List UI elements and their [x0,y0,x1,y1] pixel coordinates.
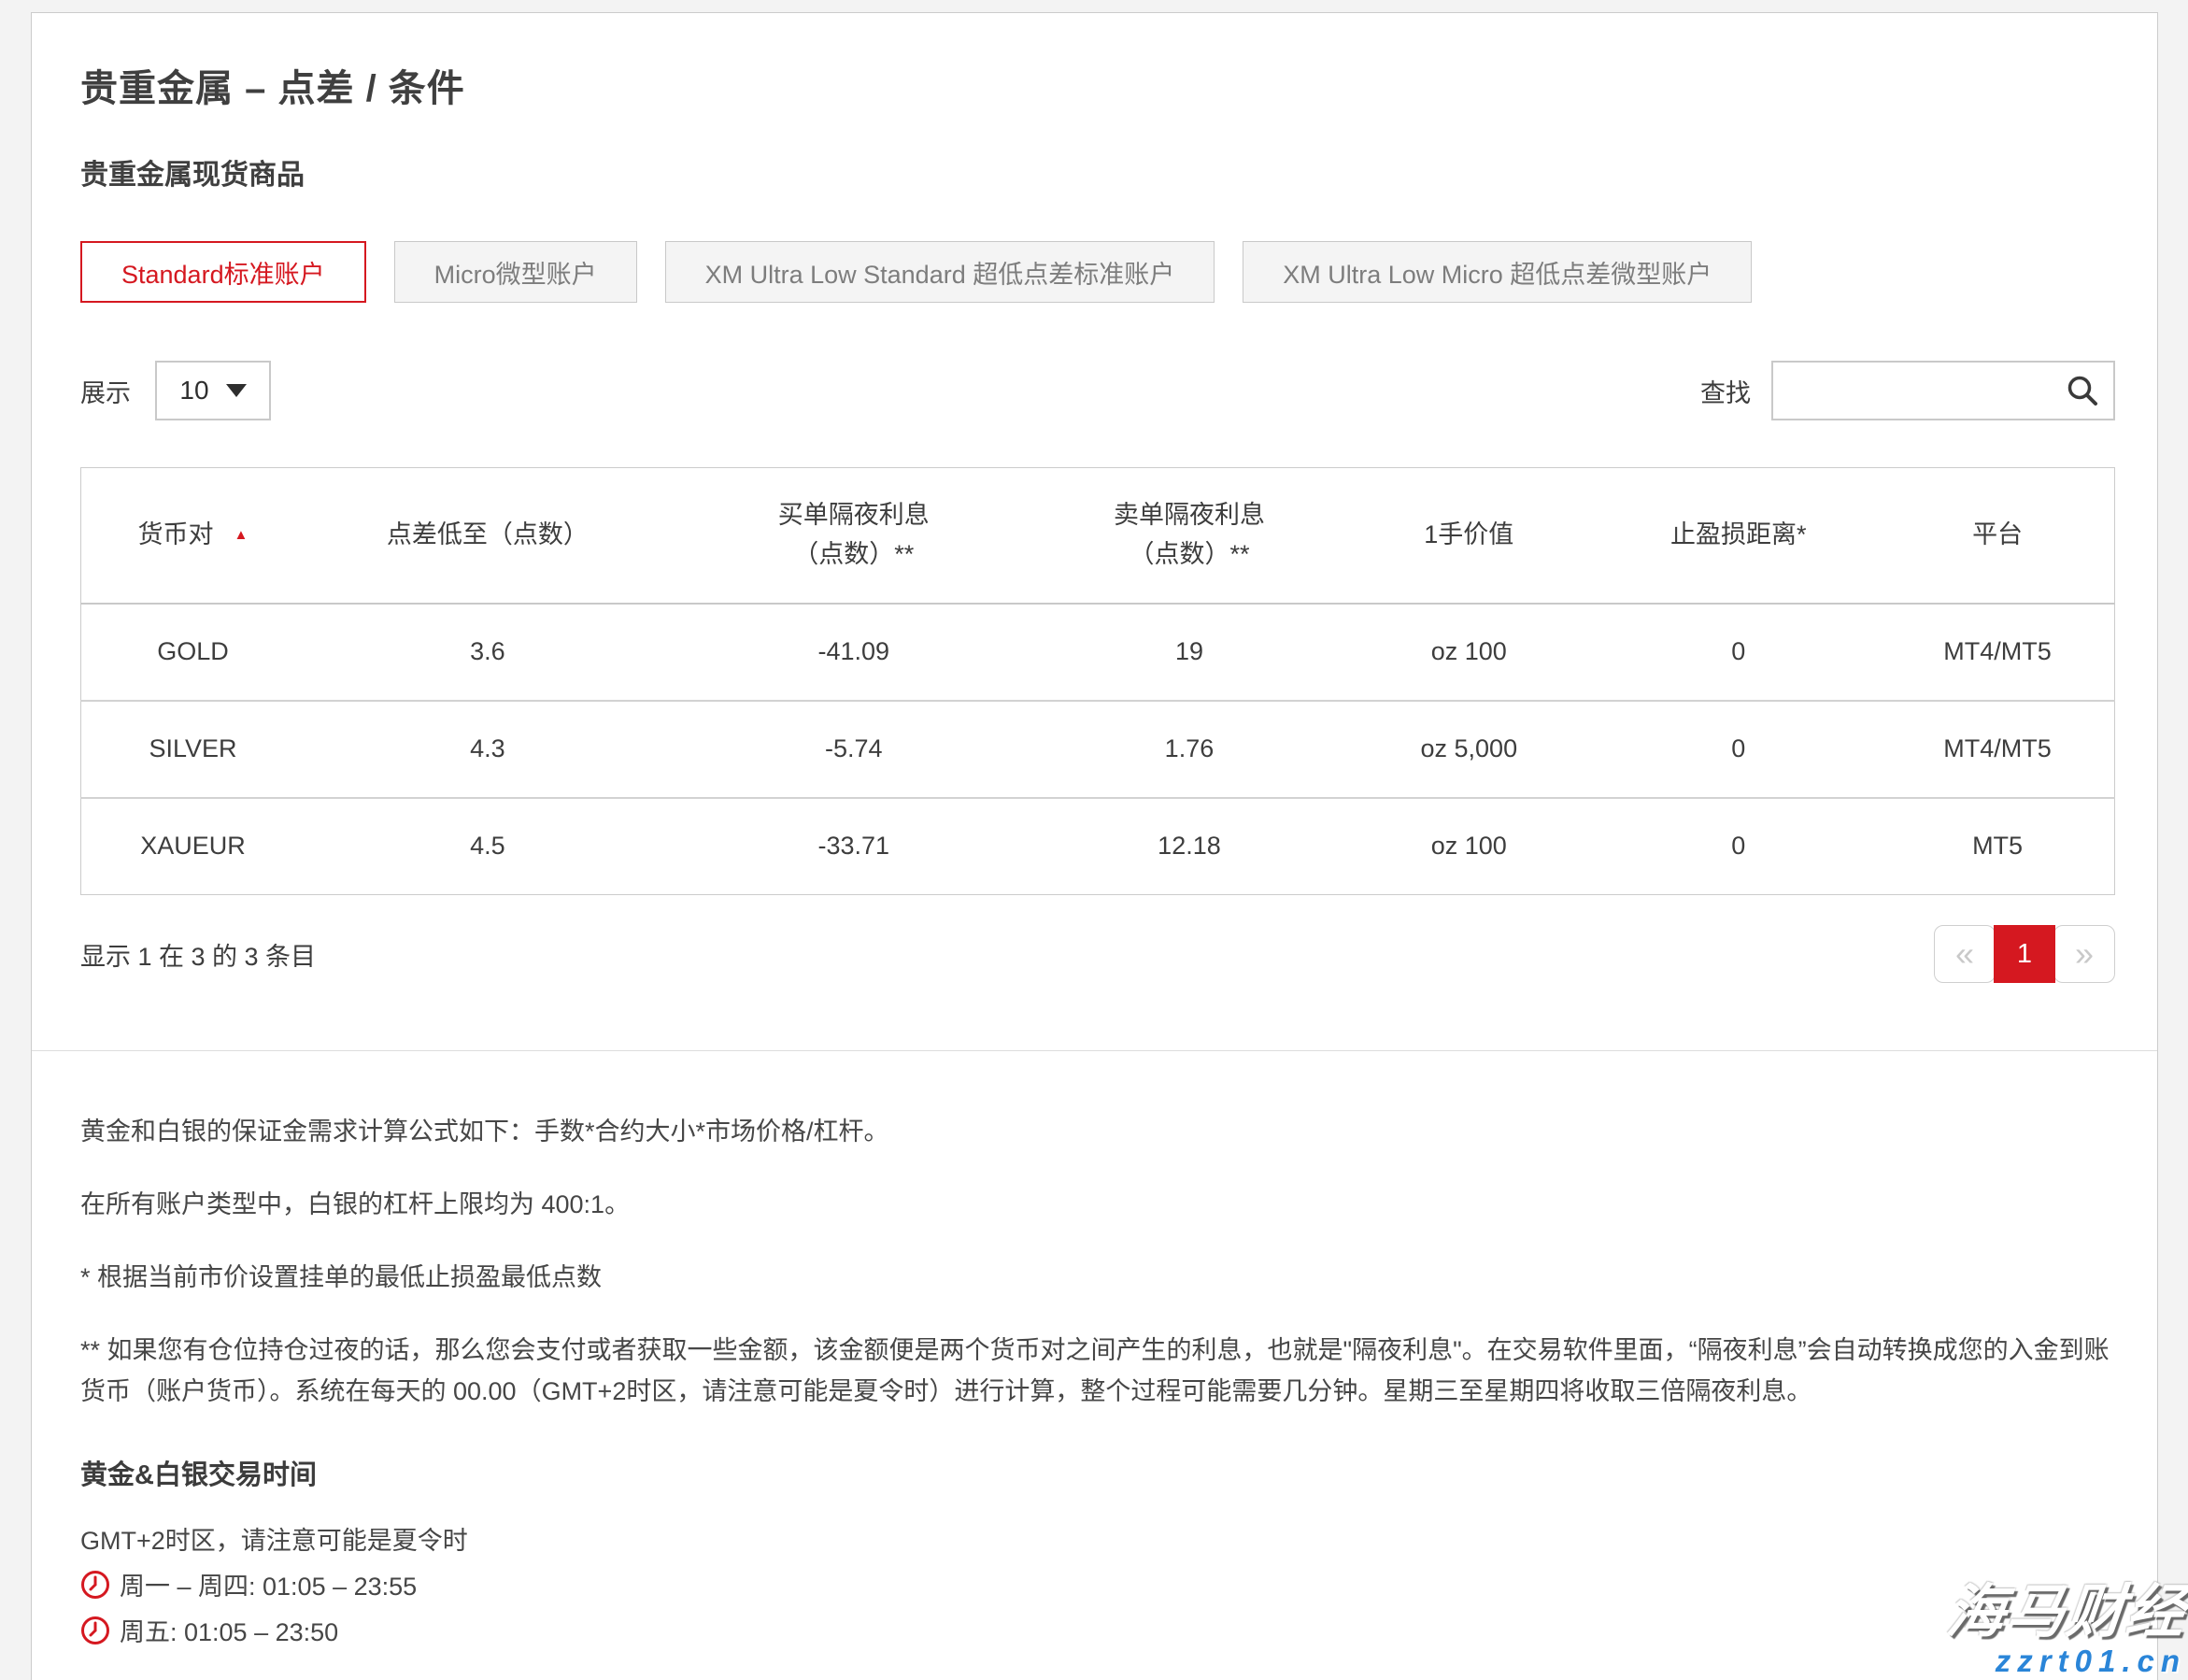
cell-swap-long: -41.09 [671,604,1037,701]
column-header-symbol[interactable]: 货币对 ▲ [81,468,305,604]
leverage-note: 在所有账户类型中，白银的杠杆上限均为 400:1。 [80,1184,2115,1225]
caret-down-icon [226,384,247,397]
table-controls: 展示 10 查找 [80,361,2115,420]
cell-stop-level: 0 [1596,798,1881,895]
cell-spread: 4.5 [305,798,671,895]
cell-lot-value: oz 100 [1342,604,1596,701]
search-icon [2065,374,2100,409]
spreads-table: 货币对 ▲ 点差低至（点数） 买单隔夜利息 （点数）** 卖单隔夜利息 （点数）*… [80,467,2115,895]
cell-stop-level: 0 [1596,701,1881,798]
account-type-tabs: Standard标准账户 Micro微型账户 XM Ultra Low Stan… [80,241,2115,303]
cell-symbol: GOLD [81,604,305,701]
column-header-platform[interactable]: 平台 [1881,468,2114,604]
tab-standard-account[interactable]: Standard标准账户 [80,241,366,303]
cell-lot-value: oz 5,000 [1342,701,1596,798]
column-header-symbol-label: 货币对 [138,520,214,548]
tab-micro-account[interactable]: Micro微型账户 [394,241,637,303]
search-group: 查找 [1700,361,2115,420]
column-header-spread[interactable]: 点差低至（点数） [305,468,671,604]
notes-section: 黄金和白银的保证金需求计算公式如下：手数*合约大小*市场价格/杠杆。 在所有账户… [80,1111,2115,1412]
tab-ultra-low-standard-account[interactable]: XM Ultra Low Standard 超低点差标准账户 [665,241,1215,303]
page-subtitle: 贵重金属现货商品 [80,151,2115,192]
clock-icon [80,1570,110,1600]
page-size-group: 展示 10 [80,361,271,420]
pagination-page-1-button[interactable]: 1 [1994,925,2055,983]
hours-mon-thu-text: 周一 – 周四: 01:05 – 23:55 [120,1566,417,1602]
column-header-swap-short[interactable]: 卖单隔夜利息 （点数）** [1037,468,1343,604]
cell-lot-value: oz 100 [1342,798,1596,895]
timezone-note: GMT+2时区，请注意可能是夏令时 [80,1520,2115,1557]
page-size-select[interactable]: 10 [155,361,271,420]
table-row-xaueur: XAUEUR 4.5 -33.71 12.18 oz 100 0 MT5 [81,798,2115,895]
table-row-silver: SILVER 4.3 -5.74 1.76 oz 5,000 0 MT4/MT5 [81,701,2115,798]
hours-friday: 周五: 01:05 – 23:50 [80,1612,2115,1648]
tab-ultra-low-micro-account[interactable]: XM Ultra Low Micro 超低点差微型账户 [1243,241,1752,303]
cell-spread: 4.3 [305,701,671,798]
trading-hours-heading: 黄金&白银交易时间 [80,1453,2115,1492]
pagination: « 1 » [1934,925,2115,983]
swap-note: ** 如果您有仓位持仓过夜的话，那么您会支付或者获取一些金额，该金额便是两个货币… [80,1330,2115,1412]
hours-mon-thu: 周一 – 周四: 01:05 – 23:55 [80,1566,2115,1602]
cell-symbol: XAUEUR [81,798,305,895]
sort-asc-icon: ▲ [234,524,249,546]
table-row-gold: GOLD 3.6 -41.09 19 oz 100 0 MT4/MT5 [81,604,2115,701]
section-divider [32,1050,2157,1051]
cell-platform: MT4/MT5 [1881,701,2114,798]
search-box [1771,361,2115,420]
table-footer: 显示 1 在 3 的 3 条目 « 1 » [80,925,2115,983]
column-header-stop-level[interactable]: 止盈损距离* [1596,468,1881,604]
margin-formula-note: 黄金和白银的保证金需求计算公式如下：手数*合约大小*市场价格/杠杆。 [80,1111,2115,1152]
stop-level-note: * 根据当前市价设置挂单的最低止损盈最低点数 [80,1257,2115,1298]
cell-platform: MT4/MT5 [1881,604,2114,701]
cell-swap-short: 19 [1037,604,1343,701]
pagination-prev-button[interactable]: « [1934,925,1996,983]
cell-swap-short: 12.18 [1037,798,1343,895]
pagination-next-button[interactable]: » [2053,925,2115,983]
cell-platform: MT5 [1881,798,2114,895]
column-header-swap-long[interactable]: 买单隔夜利息 （点数）** [671,468,1037,604]
content-card: 贵重金属 – 点差 / 条件 贵重金属现货商品 Standard标准账户 Mic… [31,12,2158,1680]
column-header-lot-value[interactable]: 1手价值 [1342,468,1596,604]
clock-icon [80,1616,110,1645]
page-title: 贵重金属 – 点差 / 条件 [80,58,2115,112]
cell-swap-short: 1.76 [1037,701,1343,798]
hours-friday-text: 周五: 01:05 – 23:50 [120,1612,338,1648]
cell-stop-level: 0 [1596,604,1881,701]
cell-swap-long: -33.71 [671,798,1037,895]
results-summary: 显示 1 在 3 的 3 条目 [80,936,316,973]
cell-swap-long: -5.74 [671,701,1037,798]
search-input[interactable] [1773,363,2113,419]
show-label: 展示 [80,373,131,409]
search-label: 查找 [1700,373,1751,409]
page-size-value: 10 [179,376,208,406]
table-header-row: 货币对 ▲ 点差低至（点数） 买单隔夜利息 （点数）** 卖单隔夜利息 （点数）*… [81,468,2115,604]
cell-symbol: SILVER [81,701,305,798]
cell-spread: 3.6 [305,604,671,701]
